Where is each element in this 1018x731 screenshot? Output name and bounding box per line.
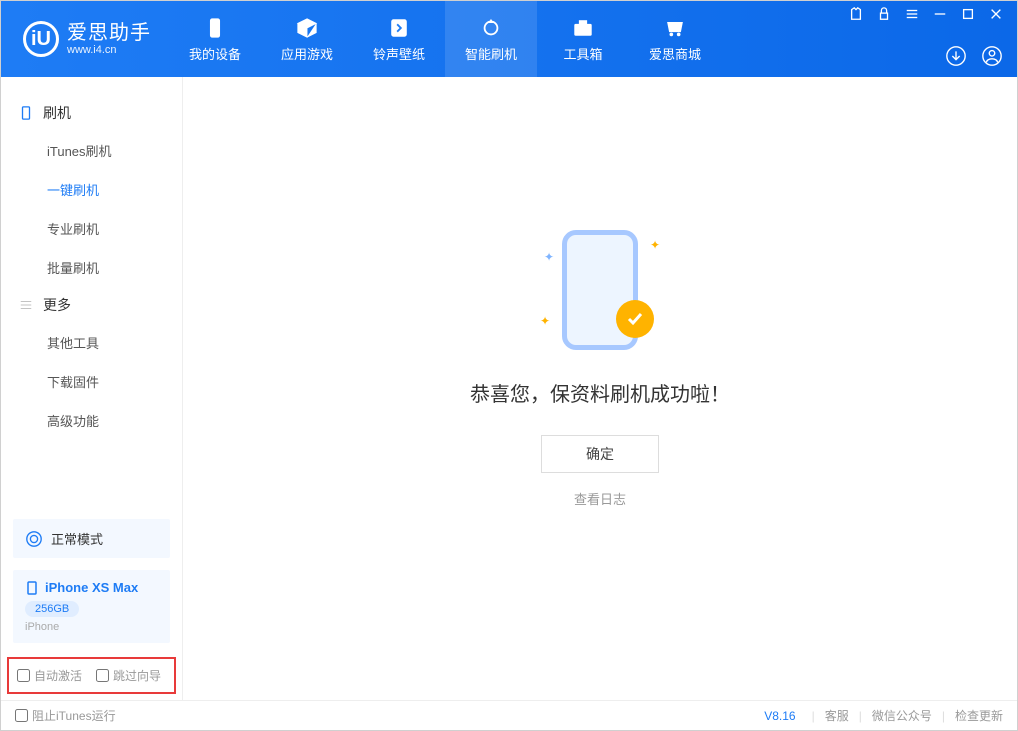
logo[interactable]: iU 爱思助手 www.i4.cn [1, 21, 169, 57]
nav-ringtone-wallpaper[interactable]: 铃声壁纸 [353, 1, 445, 77]
toolbox-icon [571, 16, 595, 40]
check-badge-icon [616, 300, 654, 338]
sidebar-item-batch-flash[interactable]: 批量刷机 [1, 248, 182, 287]
sidebar-item-itunes-flash[interactable]: iTunes刷机 [1, 131, 182, 170]
device-capacity: 256GB [25, 601, 79, 617]
brand-site: www.i4.cn [67, 44, 151, 56]
view-log-link[interactable]: 查看日志 [574, 489, 626, 508]
sync-icon [25, 530, 43, 548]
sidebar-section-more: 更多 [1, 287, 182, 323]
ok-button[interactable]: 确定 [541, 435, 659, 473]
music-icon [387, 16, 411, 40]
sidebar-item-download-firmware[interactable]: 下载固件 [1, 362, 182, 401]
lock-icon[interactable] [877, 7, 891, 21]
mode-box[interactable]: 正常模式 [13, 519, 170, 558]
logo-icon: iU [23, 21, 59, 57]
nav-smart-flash[interactable]: 智能刷机 [445, 1, 537, 77]
sidebar-item-other-tools[interactable]: 其他工具 [1, 323, 182, 362]
device-name: iPhone XS Max [25, 580, 158, 595]
cart-icon [663, 16, 687, 40]
footer-link-support[interactable]: 客服 [825, 707, 849, 724]
main-content: ✦ ✦ ✦ 恭喜您，保资料刷机成功啦！ 确定 查看日志 [183, 77, 1017, 700]
maximize-icon[interactable] [961, 7, 975, 21]
brand-name: 爱思助手 [67, 22, 151, 44]
device-icon [19, 106, 33, 120]
footer-link-wechat[interactable]: 微信公众号 [872, 707, 932, 724]
close-icon[interactable] [989, 7, 1003, 21]
checkbox-block-itunes[interactable]: 阻止iTunes运行 [15, 707, 116, 724]
cube-icon [295, 16, 319, 40]
minimize-icon[interactable] [933, 7, 947, 21]
list-icon [19, 298, 33, 312]
download-icon[interactable] [945, 45, 967, 67]
refresh-icon [479, 16, 503, 40]
flash-options-highlight: 自动激活 跳过向导 [7, 657, 176, 694]
phone-small-icon [25, 581, 39, 595]
device-box[interactable]: iPhone XS Max 256GB iPhone [13, 570, 170, 643]
device-type: iPhone [25, 621, 158, 633]
success-illustration: ✦ ✦ ✦ [540, 230, 660, 350]
status-bar: 阻止iTunes运行 V8.16 | 客服 | 微信公众号 | 检查更新 [1, 700, 1017, 730]
success-title: 恭喜您，保资料刷机成功啦！ [470, 378, 730, 407]
nav-tabs: 我的设备 应用游戏 铃声壁纸 智能刷机 工具箱 爱思商城 [169, 1, 721, 77]
checkbox-auto-activate[interactable]: 自动激活 [17, 667, 82, 684]
version-label: V8.16 [764, 709, 795, 723]
sidebar-item-pro-flash[interactable]: 专业刷机 [1, 209, 182, 248]
nav-store[interactable]: 爱思商城 [629, 1, 721, 77]
sidebar-section-flash: 刷机 [1, 95, 182, 131]
nav-apps-games[interactable]: 应用游戏 [261, 1, 353, 77]
app-header: iU 爱思助手 www.i4.cn 我的设备 应用游戏 铃声壁纸 智能刷机 工具… [1, 1, 1017, 77]
sidebar: 刷机 iTunes刷机 一键刷机 专业刷机 批量刷机 更多 其他工具 下载固件 … [1, 77, 183, 700]
sidebar-item-oneclick-flash[interactable]: 一键刷机 [1, 170, 182, 209]
window-controls [849, 7, 1003, 21]
footer-link-check-update[interactable]: 检查更新 [955, 707, 1003, 724]
sidebar-item-advanced[interactable]: 高级功能 [1, 401, 182, 440]
checkbox-skip-guide[interactable]: 跳过向导 [96, 667, 161, 684]
menu-icon[interactable] [905, 7, 919, 21]
shirt-icon[interactable] [849, 7, 863, 21]
user-icon[interactable] [981, 45, 1003, 67]
nav-my-device[interactable]: 我的设备 [169, 1, 261, 77]
phone-icon [203, 16, 227, 40]
nav-toolbox[interactable]: 工具箱 [537, 1, 629, 77]
